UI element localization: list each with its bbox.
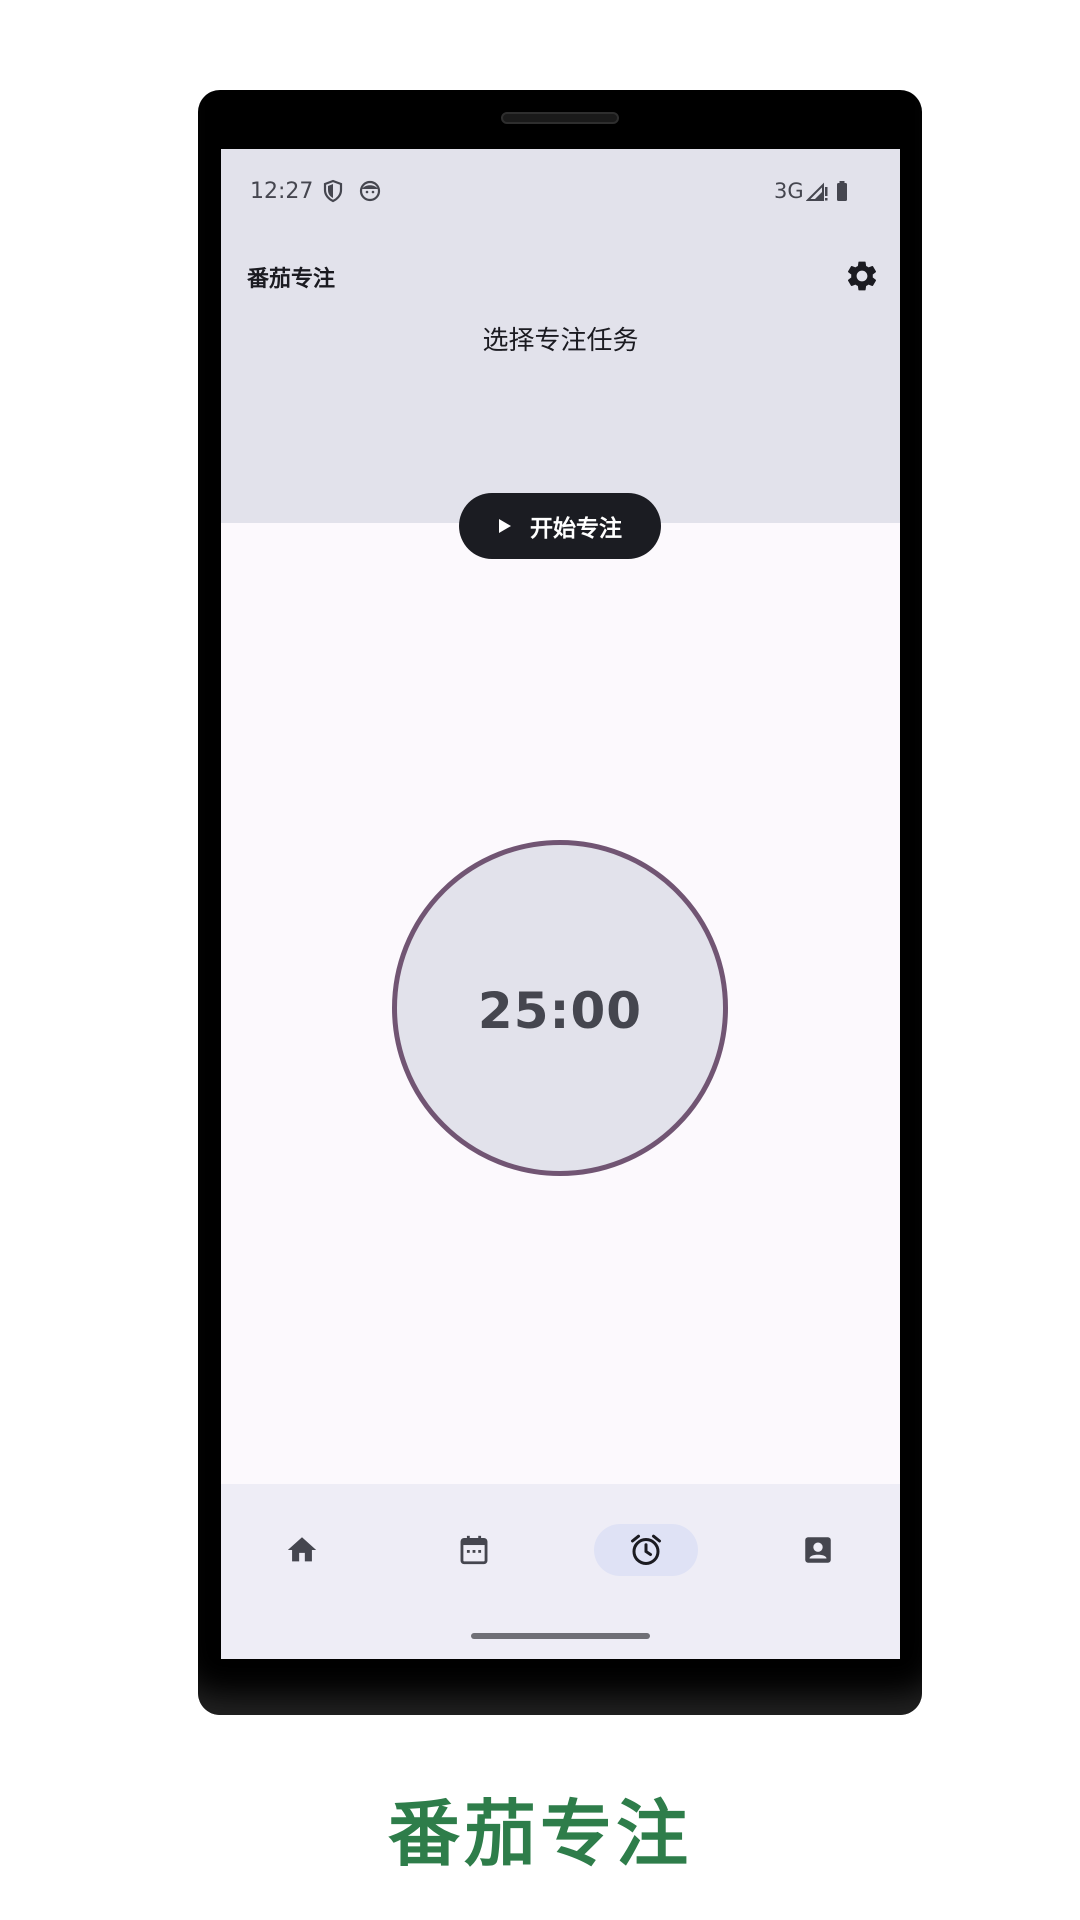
nav-profile[interactable] <box>766 1524 870 1576</box>
calendar-icon <box>460 1535 488 1565</box>
shield-icon <box>321 179 345 203</box>
status-bar: 12:27 3G <box>221 149 900 229</box>
face-icon <box>358 179 382 203</box>
phone-frame: 12:27 3G 番茄专注 选择专注任务 开始专注 25:00 <box>198 90 922 1715</box>
page: 12:27 3G 番茄专注 选择专注任务 开始专注 25:00 番茄专注 <box>0 0 1080 1920</box>
alarm-clock-icon <box>631 1534 661 1565</box>
home-indicator[interactable] <box>471 1633 650 1639</box>
status-time: 12:27 <box>250 179 314 204</box>
phone-screen: 12:27 3G 番茄专注 选择专注任务 开始专注 25:00 <box>221 149 900 1659</box>
caption-title: 番茄专注 <box>387 1792 692 1876</box>
play-icon <box>499 519 511 533</box>
signal-icon <box>805 179 830 203</box>
profile-icon <box>805 1537 831 1563</box>
phone-speaker <box>501 112 619 124</box>
home-icon <box>287 1537 317 1562</box>
timer-circle: 25:00 <box>392 840 728 1176</box>
settings-button[interactable] <box>841 255 883 297</box>
timer-display: 25:00 <box>477 982 643 1040</box>
header: 12:27 3G 番茄专注 选择专注任务 <box>221 149 900 523</box>
bottom-nav <box>221 1484 900 1659</box>
start-focus-button[interactable]: 开始专注 <box>459 493 661 559</box>
nav-focus-timer[interactable] <box>594 1524 698 1576</box>
nav-home[interactable] <box>250 1524 354 1576</box>
task-select[interactable]: 选择专注任务 <box>221 320 900 357</box>
gear-icon <box>847 261 877 291</box>
status-network: 3G <box>774 179 804 203</box>
start-focus-label: 开始专注 <box>530 516 622 542</box>
app-title: 番茄专注 <box>247 267 336 292</box>
battery-icon <box>830 179 854 203</box>
nav-calendar[interactable] <box>422 1524 526 1576</box>
